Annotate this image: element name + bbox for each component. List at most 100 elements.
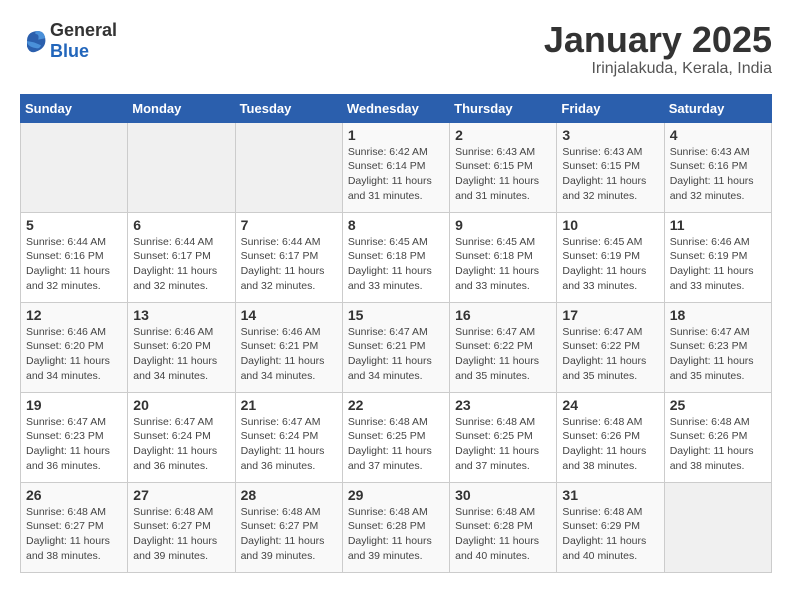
day-info: Sunrise: 6:46 AM Sunset: 6:19 PM Dayligh… <box>670 235 766 294</box>
table-row: 25 Sunrise: 6:48 AM Sunset: 6:26 PM Dayli… <box>664 392 771 482</box>
day-number: 19 <box>26 397 122 413</box>
day-info: Sunrise: 6:47 AM Sunset: 6:23 PM Dayligh… <box>26 415 122 474</box>
day-info: Sunrise: 6:47 AM Sunset: 6:22 PM Dayligh… <box>455 325 551 384</box>
table-row: 15Sunrise: 6:47 AM Sunset: 6:21 PM Dayli… <box>342 302 449 392</box>
table-row <box>21 122 128 212</box>
table-row: 23Sunrise: 6:48 AM Sunset: 6:25 PM Dayli… <box>450 392 557 482</box>
day-number: 10 <box>562 217 658 233</box>
day-info: Sunrise: 6:48 AM Sunset: 6:26 PM Dayligh… <box>670 415 766 474</box>
day-number: 17 <box>562 307 658 323</box>
calendar-table: Sunday Monday Tuesday Wednesday Thursday… <box>20 94 772 573</box>
table-row: 30 Sunrise: 6:48 AM Sunset: 6:28 PM Dayli… <box>450 482 557 572</box>
col-monday: Monday <box>128 94 235 122</box>
col-friday: Friday <box>557 94 664 122</box>
page-header: General Blue January 2025 Irinjalakuda, … <box>20 20 772 78</box>
day-info: Sunrise: 6:46 AM Sunset: 6:21 PM Dayligh… <box>241 325 337 384</box>
day-number: 21 <box>241 397 337 413</box>
day-number: 11 <box>670 217 766 233</box>
day-info: Sunrise: 6:43 AM Sunset: 6:15 PM Dayligh… <box>562 145 658 204</box>
day-number: 12 <box>26 307 122 323</box>
day-number: 28 <box>241 487 337 503</box>
day-info: Sunrise: 6:48 AM Sunset: 6:27 PM Dayligh… <box>241 505 337 564</box>
day-number: 14 <box>241 307 337 323</box>
day-info: Sunrise: 6:45 AM Sunset: 6:18 PM Dayligh… <box>348 235 444 294</box>
day-info: Sunrise: 6:44 AM Sunset: 6:16 PM Dayligh… <box>26 235 122 294</box>
table-row: 28 Sunrise: 6:48 AM Sunset: 6:27 PM Dayli… <box>235 482 342 572</box>
day-info: Sunrise: 6:48 AM Sunset: 6:29 PM Dayligh… <box>562 505 658 564</box>
week-row: 5 Sunrise: 6:44 AM Sunset: 6:16 PM Daylig… <box>21 212 772 302</box>
day-number: 5 <box>26 217 122 233</box>
table-row: 20 Sunrise: 6:47 AM Sunset: 6:24 PM Dayli… <box>128 392 235 482</box>
day-info: Sunrise: 6:48 AM Sunset: 6:28 PM Dayligh… <box>348 505 444 564</box>
table-row: 11 Sunrise: 6:46 AM Sunset: 6:19 PM Dayli… <box>664 212 771 302</box>
table-row: 26Sunrise: 6:48 AM Sunset: 6:27 PM Dayli… <box>21 482 128 572</box>
day-number: 29 <box>348 487 444 503</box>
table-row: 21 Sunrise: 6:47 AM Sunset: 6:24 PM Dayli… <box>235 392 342 482</box>
logo-icon <box>20 27 48 55</box>
table-row: 2Sunrise: 6:43 AM Sunset: 6:15 PM Daylig… <box>450 122 557 212</box>
table-row: 10 Sunrise: 6:45 AM Sunset: 6:19 PM Dayli… <box>557 212 664 302</box>
table-row: 3 Sunrise: 6:43 AM Sunset: 6:15 PM Daylig… <box>557 122 664 212</box>
day-info: Sunrise: 6:47 AM Sunset: 6:23 PM Dayligh… <box>670 325 766 384</box>
title-block: January 2025 Irinjalakuda, Kerala, India <box>544 20 772 78</box>
day-info: Sunrise: 6:44 AM Sunset: 6:17 PM Dayligh… <box>241 235 337 294</box>
table-row: 13 Sunrise: 6:46 AM Sunset: 6:20 PM Dayli… <box>128 302 235 392</box>
table-row: 4 Sunrise: 6:43 AM Sunset: 6:16 PM Daylig… <box>664 122 771 212</box>
week-row: 12 Sunrise: 6:46 AM Sunset: 6:20 PM Dayli… <box>21 302 772 392</box>
day-info: Sunrise: 6:47 AM Sunset: 6:21 PM Dayligh… <box>348 325 444 384</box>
day-info: Sunrise: 6:48 AM Sunset: 6:25 PM Dayligh… <box>348 415 444 474</box>
day-info: Sunrise: 6:47 AM Sunset: 6:22 PM Dayligh… <box>562 325 658 384</box>
day-number: 18 <box>670 307 766 323</box>
day-number: 30 <box>455 487 551 503</box>
day-number: 24 <box>562 397 658 413</box>
day-number: 4 <box>670 127 766 143</box>
table-row: 17 Sunrise: 6:47 AM Sunset: 6:22 PM Dayli… <box>557 302 664 392</box>
day-info: Sunrise: 6:45 AM Sunset: 6:19 PM Dayligh… <box>562 235 658 294</box>
day-number: 13 <box>133 307 229 323</box>
week-row: 26Sunrise: 6:48 AM Sunset: 6:27 PM Dayli… <box>21 482 772 572</box>
day-info: Sunrise: 6:46 AM Sunset: 6:20 PM Dayligh… <box>26 325 122 384</box>
col-wednesday: Wednesday <box>342 94 449 122</box>
table-row: 5 Sunrise: 6:44 AM Sunset: 6:16 PM Daylig… <box>21 212 128 302</box>
table-row <box>128 122 235 212</box>
col-saturday: Saturday <box>664 94 771 122</box>
day-info: Sunrise: 6:47 AM Sunset: 6:24 PM Dayligh… <box>241 415 337 474</box>
day-info: Sunrise: 6:48 AM Sunset: 6:27 PM Dayligh… <box>26 505 122 564</box>
table-row: 22Sunrise: 6:48 AM Sunset: 6:25 PM Dayli… <box>342 392 449 482</box>
calendar-header: Sunday Monday Tuesday Wednesday Thursday… <box>21 94 772 122</box>
day-number: 3 <box>562 127 658 143</box>
week-row: 19 Sunrise: 6:47 AM Sunset: 6:23 PM Dayli… <box>21 392 772 482</box>
table-row: 14 Sunrise: 6:46 AM Sunset: 6:21 PM Dayli… <box>235 302 342 392</box>
calendar-subtitle: Irinjalakuda, Kerala, India <box>544 60 772 78</box>
header-row: Sunday Monday Tuesday Wednesday Thursday… <box>21 94 772 122</box>
col-sunday: Sunday <box>21 94 128 122</box>
table-row: 7 Sunrise: 6:44 AM Sunset: 6:17 PM Daylig… <box>235 212 342 302</box>
day-number: 27 <box>133 487 229 503</box>
day-info: Sunrise: 6:44 AM Sunset: 6:17 PM Dayligh… <box>133 235 229 294</box>
col-tuesday: Tuesday <box>235 94 342 122</box>
calendar-body: 1 Sunrise: 6:42 AM Sunset: 6:14 PM Daylig… <box>21 122 772 572</box>
table-row: 12 Sunrise: 6:46 AM Sunset: 6:20 PM Dayli… <box>21 302 128 392</box>
logo-general-text: General <box>50 20 117 40</box>
table-row: 19 Sunrise: 6:47 AM Sunset: 6:23 PM Dayli… <box>21 392 128 482</box>
day-info: Sunrise: 6:48 AM Sunset: 6:28 PM Dayligh… <box>455 505 551 564</box>
day-info: Sunrise: 6:43 AM Sunset: 6:16 PM Dayligh… <box>670 145 766 204</box>
table-row: 6 Sunrise: 6:44 AM Sunset: 6:17 PM Daylig… <box>128 212 235 302</box>
table-row <box>235 122 342 212</box>
day-number: 6 <box>133 217 229 233</box>
day-info: Sunrise: 6:43 AM Sunset: 6:15 PM Dayligh… <box>455 145 551 204</box>
day-info: Sunrise: 6:46 AM Sunset: 6:20 PM Dayligh… <box>133 325 229 384</box>
col-thursday: Thursday <box>450 94 557 122</box>
logo-blue-text: Blue <box>50 41 89 61</box>
day-number: 1 <box>348 127 444 143</box>
table-row: 29 Sunrise: 6:48 AM Sunset: 6:28 PM Dayli… <box>342 482 449 572</box>
day-number: 25 <box>670 397 766 413</box>
day-number: 20 <box>133 397 229 413</box>
day-number: 23 <box>455 397 551 413</box>
day-info: Sunrise: 6:47 AM Sunset: 6:24 PM Dayligh… <box>133 415 229 474</box>
day-info: Sunrise: 6:42 AM Sunset: 6:14 PM Dayligh… <box>348 145 444 204</box>
day-info: Sunrise: 6:48 AM Sunset: 6:27 PM Dayligh… <box>133 505 229 564</box>
table-row: 18 Sunrise: 6:47 AM Sunset: 6:23 PM Dayli… <box>664 302 771 392</box>
day-info: Sunrise: 6:45 AM Sunset: 6:18 PM Dayligh… <box>455 235 551 294</box>
day-number: 7 <box>241 217 337 233</box>
